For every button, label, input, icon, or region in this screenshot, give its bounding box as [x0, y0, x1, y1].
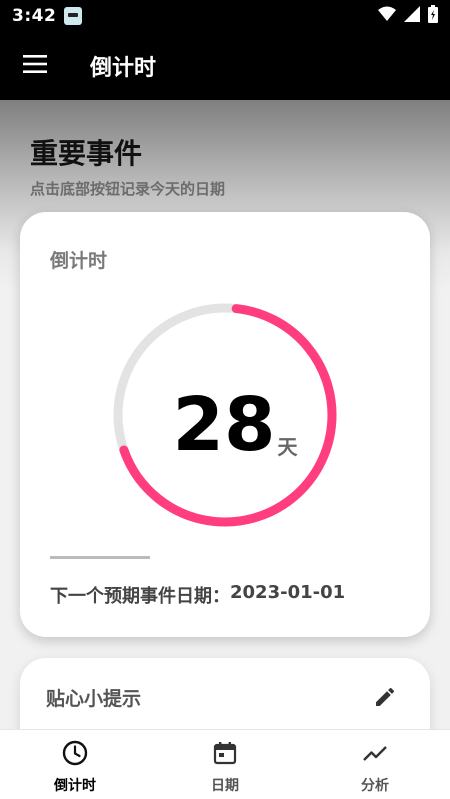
bottom-nav: 倒计时 日期 分析 [0, 729, 450, 799]
nav-item-countdown[interactable]: 倒计时 [0, 730, 150, 799]
status-bar: 3:42 [0, 0, 450, 32]
notification-app-icon [64, 7, 83, 25]
nav-label-analysis: 分析 [361, 778, 389, 794]
nav-label-countdown: 倒计时 [54, 778, 96, 794]
next-event-label: 下一个预期事件日期： [50, 586, 230, 607]
app-bar: 倒计时 [0, 32, 450, 100]
countdown-card: 倒计时 28 天 下一个预期事件日期： 2023-01-01 [20, 212, 430, 637]
trending-up-icon [362, 740, 388, 770]
page-title: 倒计时 [90, 56, 157, 81]
clock-icon [62, 740, 88, 770]
nav-label-date: 日期 [211, 778, 239, 794]
next-event-date: 2023-01-01 [230, 582, 346, 603]
wifi-icon [378, 6, 396, 26]
tips-card-title: 贴心小提示 [46, 688, 142, 710]
battery-icon [428, 5, 438, 27]
status-time: 3:42 [12, 6, 57, 26]
hamburger-icon [23, 55, 47, 77]
status-icons [378, 5, 438, 27]
divider [50, 556, 150, 559]
days-value: 28 [172, 382, 276, 468]
edit-button[interactable] [370, 684, 400, 714]
pencil-icon [373, 685, 397, 713]
next-event-row: 下一个预期事件日期： 2023-01-01 [50, 582, 345, 608]
section-title: 重要事件 [30, 137, 143, 170]
section-subtitle: 点击底部按钮记录今天的日期 [30, 180, 226, 198]
nav-item-analysis[interactable]: 分析 [300, 730, 450, 799]
menu-button[interactable] [0, 32, 70, 100]
nav-item-date[interactable]: 日期 [150, 730, 300, 799]
days-remaining: 28 天 [20, 382, 430, 462]
signal-icon [404, 6, 420, 26]
days-unit: 天 [277, 435, 298, 459]
countdown-card-title: 倒计时 [50, 250, 108, 272]
calendar-icon [212, 740, 238, 770]
